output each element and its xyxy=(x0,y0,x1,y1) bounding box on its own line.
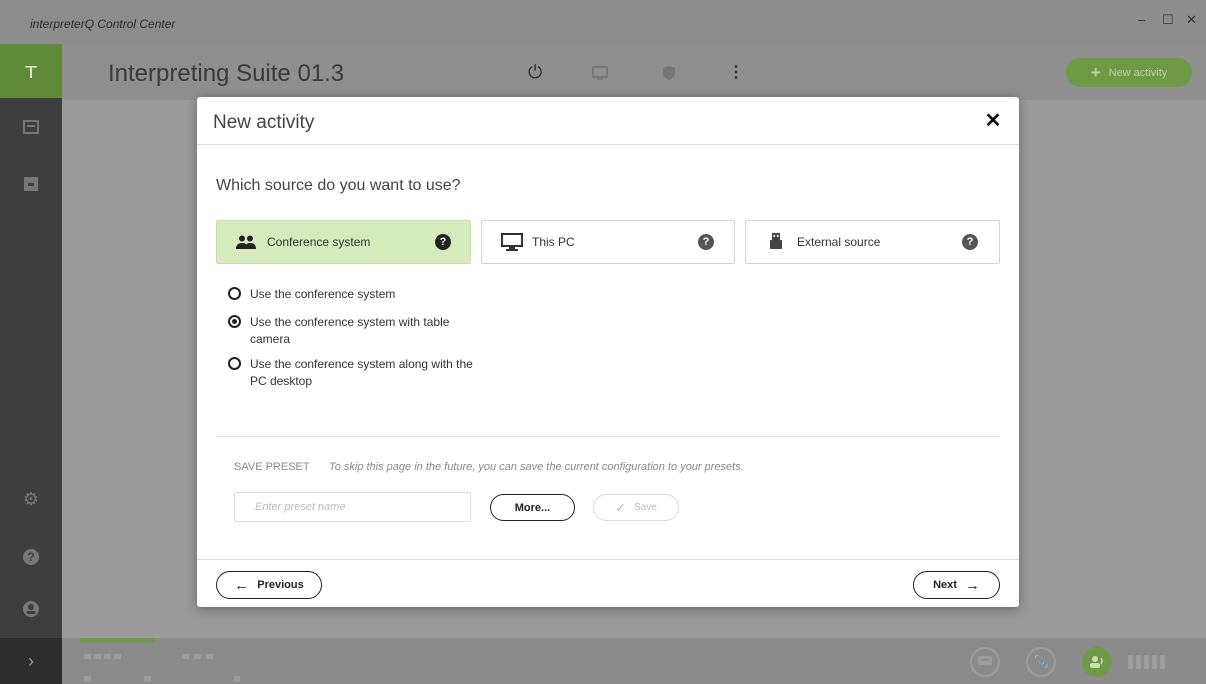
dialog-footer: ← Previous Next → xyxy=(197,559,1019,607)
attachment-button[interactable]: 📎 xyxy=(1026,647,1056,677)
signal-level-icon xyxy=(1128,655,1165,669)
close-icon[interactable]: ✕ xyxy=(982,109,1004,132)
sidebar-item-archive[interactable] xyxy=(0,159,62,209)
source-card-label: Conference system xyxy=(267,235,371,249)
help-icon[interactable]: ? xyxy=(698,234,714,250)
source-card-label: External source xyxy=(797,235,881,249)
preset-name-input[interactable] xyxy=(234,492,471,522)
chat-button[interactable] xyxy=(970,647,1000,677)
save-preset-label: SAVE PRESET xyxy=(234,461,310,473)
source-card-conference-system[interactable]: Conference system ? xyxy=(216,220,471,264)
sidebar-item-help[interactable]: ? xyxy=(0,532,62,582)
audio-button[interactable] xyxy=(1082,647,1112,677)
active-tab-indicator xyxy=(80,638,155,642)
help-icon[interactable]: ? xyxy=(962,234,978,250)
more-vertical-icon[interactable]: ⋮ xyxy=(728,62,744,82)
new-activity-label: New activity xyxy=(1108,66,1168,79)
previous-label: Previous xyxy=(257,579,304,591)
option-conference-system-pc-desktop[interactable]: Use the conference system along with the… xyxy=(228,356,480,390)
save-label: Save xyxy=(634,502,657,513)
arrow-right-icon: → xyxy=(964,576,980,594)
close-window-button[interactable]: ✕ xyxy=(1186,12,1197,28)
more-button[interactable]: More... xyxy=(490,494,575,521)
sidebar: ᴛ ⚙ ? › xyxy=(0,44,62,684)
arrow-left-icon: ← xyxy=(234,576,250,594)
window-title: interpreterQ Control Center xyxy=(30,17,176,31)
chat-icon xyxy=(978,656,992,665)
sidebar-item-sessions[interactable] xyxy=(0,102,62,152)
screen-icon xyxy=(23,120,39,134)
checkmark-icon: ✓ xyxy=(615,499,627,515)
monitor-icon xyxy=(500,232,524,252)
speaker-person-icon xyxy=(1090,656,1103,668)
sidebar-item-settings[interactable]: ⚙ xyxy=(0,474,62,524)
power-icon[interactable]: ⏻ xyxy=(528,62,542,83)
help-icon[interactable]: ? xyxy=(435,234,451,250)
previous-button[interactable]: ← Previous xyxy=(216,571,322,599)
expand-sidebar-button[interactable]: › xyxy=(0,638,62,684)
divider xyxy=(216,436,1000,437)
new-activity-button[interactable]: + New activity xyxy=(1066,58,1192,87)
page-title: Interpreting Suite 01.3 xyxy=(108,60,345,87)
gear-icon: ⚙ xyxy=(22,488,40,509)
option-label: Use the conference system along with the… xyxy=(250,357,473,388)
people-icon xyxy=(235,232,259,252)
radio-button[interactable] xyxy=(228,357,241,370)
archive-icon xyxy=(24,177,38,191)
radio-button-checked[interactable] xyxy=(228,315,241,328)
option-label: Use the conference system with table cam… xyxy=(250,315,450,346)
user-icon xyxy=(23,601,39,617)
save-button[interactable]: ✓ Save xyxy=(593,494,679,521)
title-bar: interpreterQ Control Center – ☐ ✕ xyxy=(0,0,1206,44)
plus-icon: + xyxy=(1090,62,1101,82)
save-preset-hint: To skip this page in the future, you can… xyxy=(329,461,744,473)
layout-thumbnail-1[interactable] xyxy=(82,652,154,684)
dialog-title: New activity xyxy=(213,112,315,133)
usb-icon xyxy=(764,232,788,252)
bottom-bar: 📎 xyxy=(62,638,1206,684)
app-logo-icon[interactable]: ᴛ xyxy=(0,44,62,98)
help-icon: ? xyxy=(23,549,39,565)
maximize-button[interactable]: ☐ xyxy=(1162,12,1174,28)
new-activity-dialog: New activity ✕ Which source do you want … xyxy=(197,97,1019,607)
source-card-external-source[interactable]: External source ? xyxy=(745,220,1000,264)
sidebar-item-account[interactable] xyxy=(0,584,62,634)
source-card-label: This PC xyxy=(532,235,575,249)
dialog-header: New activity ✕ xyxy=(197,97,1019,145)
next-button[interactable]: Next → xyxy=(913,571,1000,599)
chevron-right-icon: › xyxy=(28,650,34,671)
next-label: Next xyxy=(933,579,957,591)
minimize-button[interactable]: – xyxy=(1138,12,1145,27)
paperclip-icon: 📎 xyxy=(1033,655,1049,669)
source-card-this-pc[interactable]: This PC ? xyxy=(481,220,735,264)
app-header: Interpreting Suite 01.3 ⏻ ⋮ + New activi… xyxy=(62,44,1206,100)
shield-icon[interactable] xyxy=(663,64,675,85)
option-label: Use the conference system xyxy=(250,287,396,301)
screen-share-icon[interactable] xyxy=(592,64,608,85)
option-conference-system[interactable]: Use the conference system xyxy=(228,286,480,303)
layout-thumbnail-2[interactable] xyxy=(180,652,240,684)
option-conference-system-table-camera[interactable]: Use the conference system with table cam… xyxy=(228,314,480,348)
radio-button[interactable] xyxy=(228,287,241,300)
source-question: Which source do you want to use? xyxy=(216,177,461,194)
